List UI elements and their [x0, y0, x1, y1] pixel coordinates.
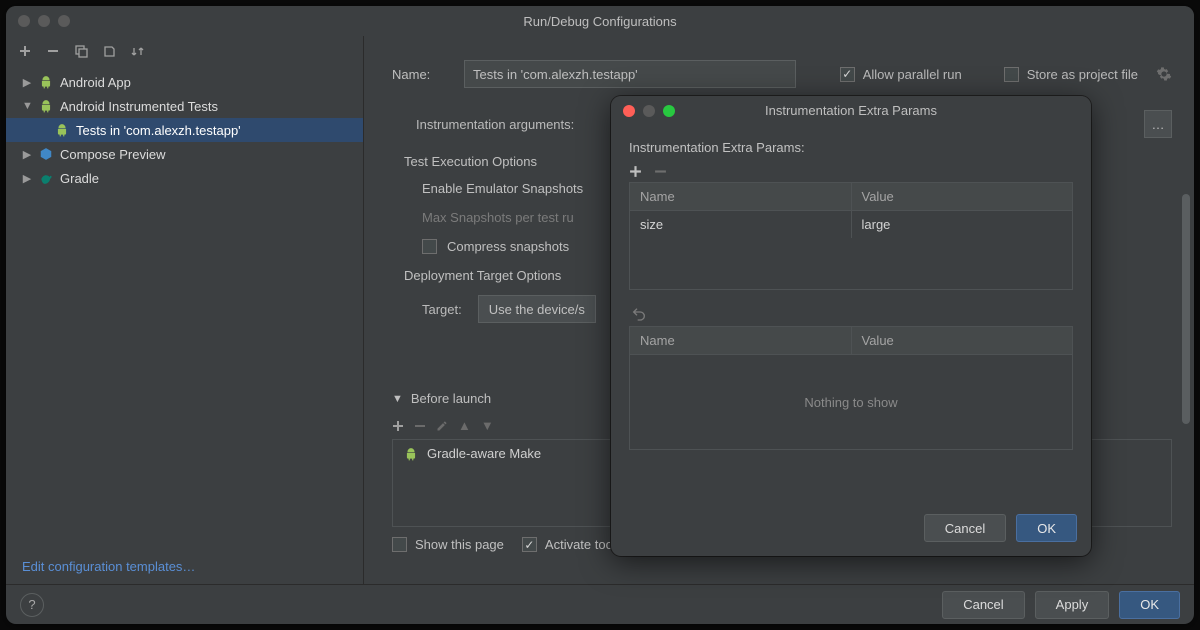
chevron-down-icon: ▼: [22, 100, 32, 112]
checkbox-label: Store as project file: [1027, 67, 1138, 82]
minimize-icon[interactable]: [643, 105, 655, 117]
empty-text: Nothing to show: [630, 355, 1072, 449]
checkbox-label: Allow parallel run: [863, 67, 962, 82]
store-as-project-checkbox[interactable]: Store as project file: [1004, 67, 1138, 82]
cell-name: size: [630, 211, 852, 238]
titlebar: Run/Debug Configurations: [6, 6, 1194, 36]
target-label: Target:: [422, 302, 462, 317]
zoom-icon[interactable]: [663, 105, 675, 117]
target-select[interactable]: Use the device/s: [478, 295, 596, 323]
tree-label: Gradle: [60, 171, 99, 186]
checkbox-icon: [840, 67, 855, 82]
dialog-cancel-button[interactable]: Cancel: [924, 514, 1006, 542]
tree-node-compose-preview[interactable]: ▶ Compose Preview: [6, 142, 363, 166]
save-template-icon[interactable]: [100, 42, 118, 60]
instrumentation-params-dialog: Instrumentation Extra Params Instrumenta…: [611, 96, 1091, 556]
run-debug-window: Run/Debug Configurations ▶ Android App: [6, 6, 1194, 624]
chevron-right-icon: ▶: [22, 172, 32, 185]
checkbox-icon: [522, 537, 537, 552]
recent-table: Name Value Nothing to show: [629, 326, 1073, 450]
sidebar-toolbar: [6, 36, 363, 66]
tree-label: Android App: [60, 75, 131, 90]
ok-button[interactable]: OK: [1119, 591, 1180, 619]
copy-icon[interactable]: [72, 42, 90, 60]
edit-icon[interactable]: [436, 420, 448, 432]
android-icon: [54, 123, 70, 137]
close-icon[interactable]: [18, 15, 30, 27]
window-controls: [623, 105, 675, 117]
tree-node-android-app[interactable]: ▶ Android App: [6, 70, 363, 94]
sidebar: ▶ Android App ▼ Android Instrumented Tes…: [6, 36, 364, 584]
tree-label: Android Instrumented Tests: [60, 99, 218, 114]
dialog-ok-button[interactable]: OK: [1016, 514, 1077, 542]
bottom-bar: ? Cancel Apply OK: [6, 584, 1194, 624]
show-this-page-checkbox[interactable]: Show this page: [392, 537, 504, 552]
tree-label: Tests in 'com.alexzh.testapp': [76, 123, 241, 138]
params-toolbar: [629, 165, 1073, 178]
instr-args-more-button[interactable]: …: [1144, 110, 1172, 138]
gear-icon[interactable]: [1156, 66, 1172, 82]
remove-icon[interactable]: [654, 165, 667, 178]
up-icon[interactable]: ▲: [458, 418, 471, 433]
allow-parallel-checkbox[interactable]: Allow parallel run: [840, 67, 962, 82]
undo-icon[interactable]: [629, 300, 1073, 322]
down-icon[interactable]: ▼: [481, 418, 494, 433]
col-value: Value: [852, 183, 1073, 210]
remove-icon[interactable]: [414, 420, 426, 432]
window-title: Run/Debug Configurations: [523, 14, 676, 29]
add-icon[interactable]: [629, 165, 642, 178]
remove-icon[interactable]: [44, 42, 62, 60]
window-controls: [18, 15, 70, 27]
scrollbar[interactable]: [1182, 84, 1190, 584]
params-table: Name Value size large: [629, 182, 1073, 290]
apply-button[interactable]: Apply: [1035, 591, 1110, 619]
scrollbar-thumb[interactable]: [1182, 194, 1190, 424]
chevron-right-icon: ▶: [22, 76, 32, 89]
dialog-title: Instrumentation Extra Params: [765, 103, 937, 118]
gradle-icon: [38, 171, 54, 185]
edit-templates-link[interactable]: Edit configuration templates…: [6, 549, 363, 584]
cell-value: large: [852, 211, 1073, 238]
add-icon[interactable]: [16, 42, 34, 60]
tree-node-tests-testapp[interactable]: Tests in 'com.alexzh.testapp': [6, 118, 363, 142]
zoom-icon[interactable]: [58, 15, 70, 27]
tree-label: Compose Preview: [60, 147, 166, 162]
checkbox-icon: [422, 239, 437, 254]
instr-args-label: Instrumentation arguments:: [416, 117, 574, 132]
minimize-icon[interactable]: [38, 15, 50, 27]
android-icon: [38, 75, 54, 89]
table-row[interactable]: size large: [630, 211, 1072, 238]
android-icon: [38, 99, 54, 113]
close-icon[interactable]: [623, 105, 635, 117]
sort-icon[interactable]: [128, 42, 146, 60]
configuration-tree: ▶ Android App ▼ Android Instrumented Tes…: [6, 66, 363, 549]
chevron-down-icon: ▼: [392, 393, 403, 405]
checkbox-icon: [392, 537, 407, 552]
params-label: Instrumentation Extra Params:: [629, 140, 1073, 155]
add-icon[interactable]: [392, 420, 404, 432]
help-button[interactable]: ?: [20, 593, 44, 617]
col-value: Value: [852, 327, 1073, 354]
tree-node-gradle[interactable]: ▶ Gradle: [6, 166, 363, 190]
android-icon: [403, 447, 419, 461]
name-field[interactable]: Tests in 'com.alexzh.testapp': [464, 60, 796, 88]
chevron-right-icon: ▶: [22, 148, 32, 161]
cancel-button[interactable]: Cancel: [942, 591, 1024, 619]
tree-node-android-instrumented[interactable]: ▼ Android Instrumented Tests: [6, 94, 363, 118]
col-name: Name: [630, 327, 852, 354]
name-label: Name:: [392, 67, 452, 82]
col-name: Name: [630, 183, 852, 210]
compose-icon: [38, 147, 54, 161]
checkbox-icon: [1004, 67, 1019, 82]
